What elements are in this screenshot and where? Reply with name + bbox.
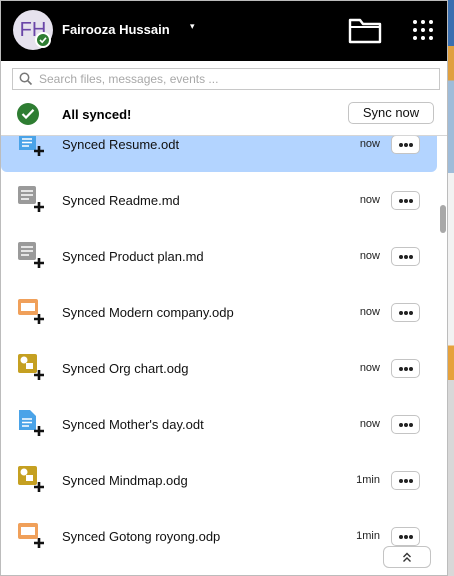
folder-icon[interactable] (347, 15, 383, 45)
more-actions-button[interactable] (391, 303, 420, 322)
more-actions-button[interactable] (391, 136, 420, 154)
scrollbar-track[interactable] (437, 136, 447, 575)
activity-time: 1min (356, 530, 380, 542)
activity-time: now (359, 250, 380, 262)
activity-item[interactable]: Synced Resume.odt now (1, 136, 437, 172)
scrollbar-thumb[interactable] (440, 205, 446, 233)
activity-item[interactable]: Synced Mother's day.odt now (1, 396, 437, 452)
search-field[interactable] (12, 68, 440, 90)
desktop-background (448, 0, 454, 576)
more-dots-icon (399, 423, 403, 427)
double-chevron-up-icon (403, 552, 411, 562)
activity-time: now (359, 194, 380, 206)
more-dots-icon (399, 479, 403, 483)
drawing-icon (17, 465, 47, 495)
document-icon (17, 136, 47, 159)
text-file-icon (17, 241, 47, 271)
more-actions-button[interactable] (391, 415, 420, 434)
activity-item[interactable]: Synced Product plan.md now (1, 228, 437, 284)
activity-item[interactable]: Synced Modern company.odp now (1, 284, 437, 340)
more-dots-icon (399, 367, 403, 371)
more-actions-button[interactable] (391, 471, 420, 490)
online-status-check-icon (35, 32, 51, 48)
presentation-icon (17, 297, 47, 327)
activity-file-name: Synced Mother's day.odt (62, 417, 204, 432)
sync-now-button[interactable]: Sync now (348, 102, 434, 124)
activity-file-name: Synced Resume.odt (62, 137, 180, 152)
sync-status-text: All synced! (62, 107, 132, 122)
activity-list: Synced Resume.odt now Synced Readme.md now… (1, 136, 447, 575)
more-dots-icon (399, 255, 403, 259)
more-dots-icon (399, 199, 403, 203)
activity-file-name: Synced Readme.md (62, 193, 180, 208)
more-actions-button[interactable] (391, 191, 420, 210)
search-input[interactable] (39, 70, 429, 88)
more-actions-button[interactable] (391, 359, 420, 378)
document-icon (17, 409, 47, 439)
more-actions-button[interactable] (391, 247, 420, 266)
more-dots-icon (399, 143, 403, 147)
more-dots-icon (399, 535, 403, 539)
activity-file-name: Synced Mindmap.odg (62, 473, 188, 488)
presentation-icon (17, 521, 47, 551)
text-file-icon (17, 185, 47, 215)
activity-time: 1min (356, 474, 380, 486)
header-bar: FH Fairooza Hussain ▾ (1, 1, 447, 61)
activity-file-name: Synced Org chart.odg (62, 361, 189, 376)
activity-time: now (359, 362, 380, 374)
scroll-to-top-button[interactable] (383, 546, 431, 568)
search-icon (19, 72, 33, 86)
activity-item[interactable]: Synced Gotong royong.odp 1min (1, 508, 437, 564)
sync-status-row: All synced! Sync now (1, 95, 447, 135)
more-dots-icon (399, 311, 403, 315)
more-actions-button[interactable] (391, 527, 420, 546)
activity-file-name: Synced Gotong royong.odp (62, 529, 221, 544)
account-menu-caret-icon[interactable]: ▾ (190, 21, 195, 32)
activity-item[interactable]: Synced Readme.md now (1, 172, 437, 228)
activity-file-name: Synced Product plan.md (62, 249, 204, 264)
sync-ok-check-icon (17, 103, 39, 125)
apps-grid-icon[interactable] (410, 17, 436, 43)
activity-item[interactable]: Synced Mindmap.odg 1min (1, 452, 437, 508)
drawing-icon (17, 353, 47, 383)
activity-file-name: Synced Modern company.odp (62, 305, 234, 320)
user-name[interactable]: Fairooza Hussain (62, 22, 170, 37)
activity-item[interactable]: Synced Org chart.odg now (1, 340, 437, 396)
activity-time: now (359, 418, 380, 430)
activity-time: now (359, 306, 380, 318)
nextcloud-tray-popup: FH Fairooza Hussain ▾ All synced! (0, 0, 448, 576)
activity-time: now (359, 138, 380, 150)
